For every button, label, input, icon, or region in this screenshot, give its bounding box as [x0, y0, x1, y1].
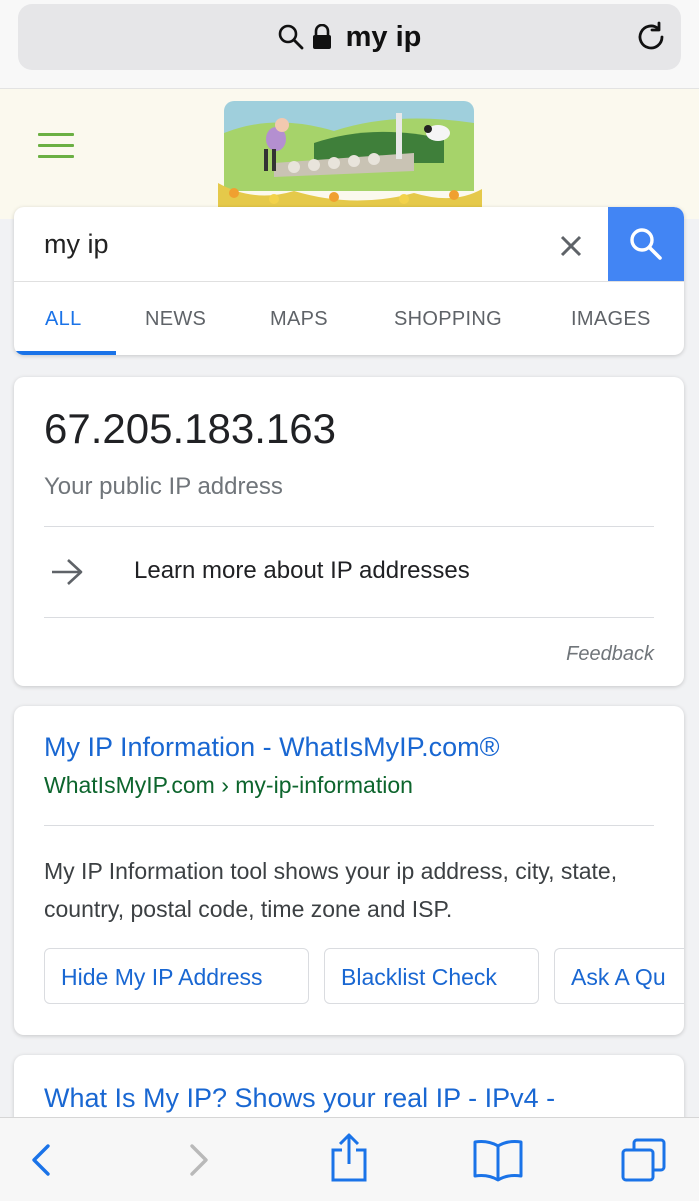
sitelink-chip[interactable]: Blacklist Check [324, 948, 539, 1004]
divider [44, 526, 654, 527]
lock-icon [312, 24, 331, 49]
result-url[interactable]: WhatIsMyIP.com › my-ip-information [44, 772, 413, 799]
google-header [0, 89, 699, 219]
reload-icon[interactable] [635, 21, 667, 53]
arrow-right-icon[interactable] [50, 557, 84, 587]
tab-maps[interactable]: MAPS [270, 308, 328, 331]
tab-news[interactable]: NEWS [145, 308, 206, 331]
divider [44, 617, 654, 618]
feedback-link[interactable]: Feedback [566, 643, 654, 666]
learn-more-link[interactable]: Learn more about IP addresses [134, 557, 470, 585]
address-bar-content: my ip [18, 4, 681, 70]
ip-address: 67.205.183.163 [44, 405, 336, 452]
search-input[interactable]: my ip [44, 229, 109, 260]
result-title[interactable]: What Is My IP? Shows your real IP - IPv4… [44, 1083, 555, 1114]
sitelink-chip[interactable]: Hide My IP Address [44, 948, 309, 1004]
share-icon[interactable] [327, 1132, 371, 1184]
book-icon[interactable] [472, 1138, 524, 1182]
sitelink-chip[interactable]: Ask A Qu [554, 948, 684, 1004]
tabs-icon[interactable] [620, 1138, 668, 1182]
tab-images[interactable]: IMAGES [571, 308, 651, 331]
active-tab-indicator [14, 351, 116, 355]
search-button[interactable] [608, 207, 684, 281]
url-text: my ip [345, 20, 422, 53]
search-box-card: my ip ALL NEWS MAPS SHOPPING IMAGES [14, 207, 684, 355]
search-icon [278, 24, 304, 50]
close-icon[interactable] [554, 229, 588, 263]
tab-shopping[interactable]: SHOPPING [394, 308, 502, 331]
divider [44, 825, 654, 826]
ip-answer-card: 67.205.183.163 Your public IP address Le… [14, 377, 684, 686]
chevron-right-icon[interactable] [176, 1138, 220, 1182]
search-result: My IP Information - WhatIsMyIP.com® What… [14, 706, 684, 1035]
browser-bottom-toolbar [0, 1117, 699, 1201]
ip-caption: Your public IP address [44, 473, 283, 500]
result-title[interactable]: My IP Information - WhatIsMyIP.com® [44, 732, 500, 763]
tab-all[interactable]: ALL [45, 308, 82, 331]
search-tabs: ALL NEWS MAPS SHOPPING IMAGES [14, 282, 684, 355]
result-snippet: My IP Information tool shows your ip add… [44, 858, 618, 922]
search-icon [630, 228, 662, 260]
browser-toolbar: my ip [0, 0, 699, 89]
google-doodle[interactable] [214, 93, 486, 209]
chevron-left-icon[interactable] [20, 1138, 64, 1182]
hamburger-menu-icon[interactable] [38, 133, 74, 159]
address-bar[interactable]: my ip [18, 4, 681, 70]
